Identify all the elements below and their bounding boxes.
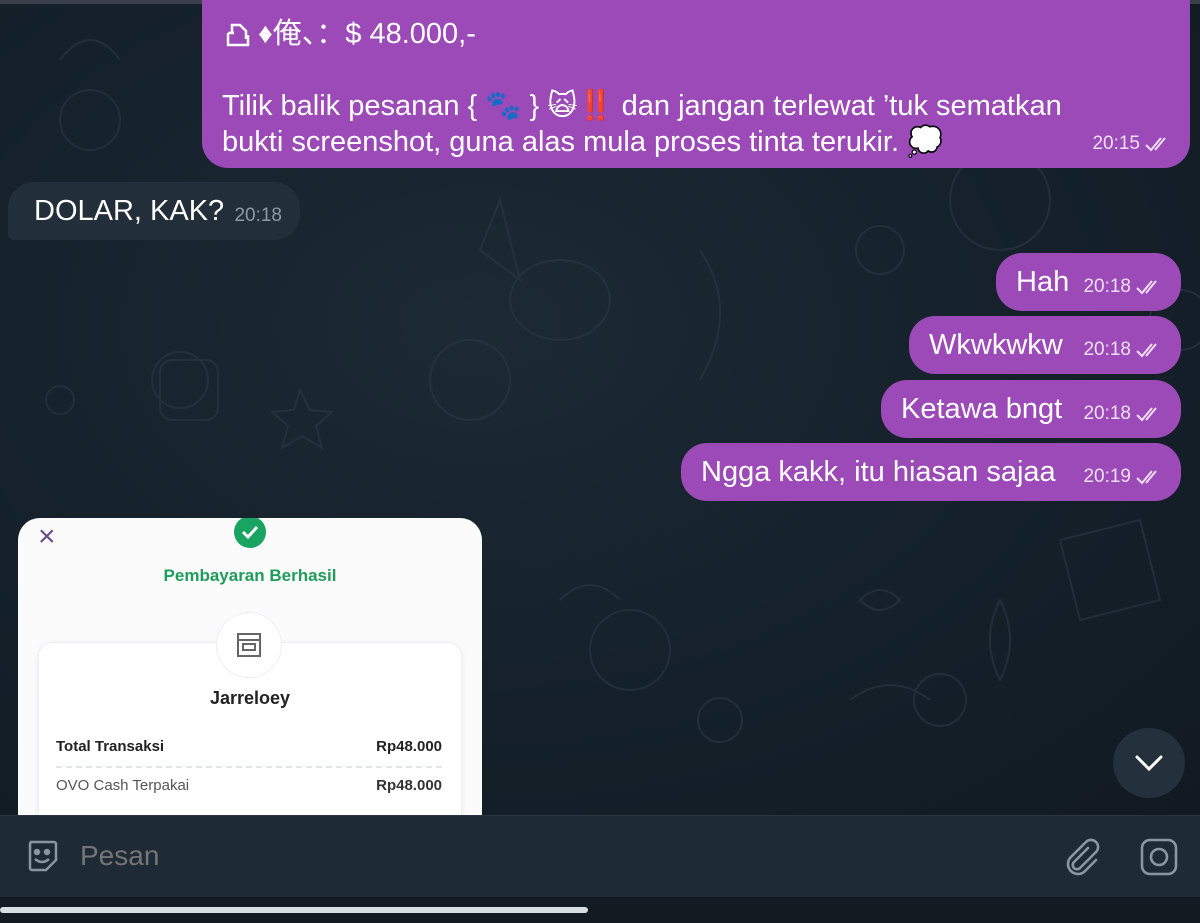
body-text: Tilik balik pesanan { <box>222 90 478 122</box>
chevron-down-icon <box>1135 755 1163 772</box>
shocked-cat-emoji: 🙀‼️ <box>547 90 614 122</box>
message-composer <box>0 815 1200 897</box>
sticker-emoji-icon <box>28 840 58 872</box>
price-line: ♦俺、：$ 48.000,- <box>258 18 476 50</box>
outgoing-message[interactable]: Hah 20:18 <box>996 253 1181 311</box>
body-text: bukti screenshot, guna alas mula proses … <box>222 126 900 158</box>
message-time: 20:18 <box>234 205 282 226</box>
thought-bubble-emoji: 💭 <box>907 126 944 158</box>
scroll-down-button[interactable] <box>1113 728 1185 798</box>
message-text: Ngga kakk, itu hiasan sajaa <box>701 456 1056 488</box>
message-text: Ketawa bngt <box>901 393 1063 425</box>
message-text: Wkwkwkw <box>929 329 1063 361</box>
divider <box>56 766 442 768</box>
incoming-message[interactable]: DOLAR, KAK? 20:18 <box>8 182 300 240</box>
message-time: 20:18 <box>1083 276 1131 297</box>
message-body-line-1: Tilik balik pesanan { 🐾 } 🙀‼️ dan jangan… <box>222 88 1170 124</box>
outgoing-message[interactable]: Ngga kakk, itu hiasan sajaa 20:19 <box>681 443 1181 501</box>
close-icon: × <box>38 520 56 553</box>
camera-button[interactable] <box>1138 836 1180 883</box>
double-check-icon <box>1136 470 1157 485</box>
store-icon <box>216 612 282 678</box>
body-text: dan jangan terlewat ’tuk sematkan <box>621 90 1062 122</box>
outgoing-message[interactable]: ♦俺、：$ 48.000,- Tilik balik pesanan { 🐾 }… <box>202 0 1190 168</box>
message-meta: 20:18 <box>1083 332 1163 368</box>
message-time: 20:18 <box>1083 339 1131 360</box>
message-time: 20:19 <box>1083 466 1131 487</box>
paw-emoji: 🐾 <box>485 90 522 122</box>
total-label: Total Transaksi <box>56 738 165 755</box>
sticker-emoji-button[interactable] <box>24 838 60 879</box>
double-check-icon <box>1136 280 1157 295</box>
double-check-icon <box>1145 137 1166 152</box>
message-meta: 20:18 <box>1083 396 1163 432</box>
double-check-icon <box>1136 343 1157 358</box>
outgoing-message[interactable]: Wkwkwkw 20:18 <box>909 316 1181 374</box>
message-input[interactable] <box>80 840 980 872</box>
ovo-label: OVO Cash Terpakai <box>56 777 190 794</box>
merchant-name: Jarreloey <box>209 688 291 708</box>
check-icon <box>234 518 266 548</box>
attach-paperclip-icon <box>1066 838 1100 876</box>
message-meta: 20:19 <box>1083 459 1163 495</box>
payment-status-title: Pembayaran Berhasil <box>163 566 337 585</box>
ovo-row: OVO Cash Terpakai Rp48.000 <box>56 777 442 794</box>
camera-icon <box>1140 838 1178 876</box>
share-icon <box>226 23 250 47</box>
home-indicator[interactable] <box>0 907 588 913</box>
payment-receipt-image[interactable]: × Pembayaran Berhasil Jarreloey Total Tr… <box>18 518 482 815</box>
ovo-value: Rp48.000 <box>376 777 442 794</box>
message-body-line-2: bukti screenshot, guna alas mula proses … <box>222 124 1170 160</box>
body-text: } <box>529 90 540 122</box>
total-value: Rp48.000 <box>376 738 442 755</box>
message-meta: 20:18 <box>1083 269 1163 305</box>
message-meta: 20:15 <box>1092 126 1172 162</box>
outgoing-message[interactable]: Ketawa bngt 20:18 <box>881 380 1181 438</box>
total-row: Total Transaksi Rp48.000 <box>56 738 442 755</box>
double-check-icon <box>1136 407 1157 422</box>
message-line-1: ♦俺、：$ 48.000,- <box>222 16 1170 52</box>
message-text: Hah <box>1016 266 1070 298</box>
message-meta: 20:18 <box>234 198 282 234</box>
message-time: 20:18 <box>1083 403 1131 424</box>
attach-button[interactable] <box>1060 836 1100 881</box>
message-text: DOLAR, KAK? <box>34 195 225 227</box>
message-time: 20:15 <box>1092 133 1140 154</box>
